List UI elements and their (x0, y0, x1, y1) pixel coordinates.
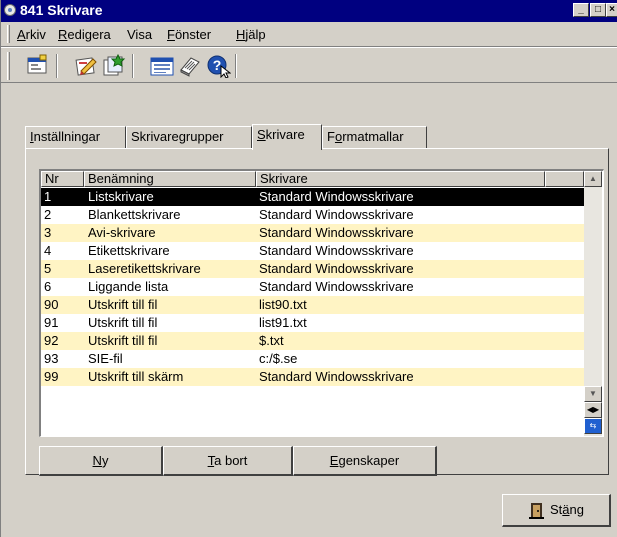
table-row[interactable]: 5 Laseretikettskrivare Standard Windowss… (41, 260, 586, 278)
menu-visa[interactable]: Visa (127, 27, 152, 42)
new-button[interactable]: Ny (39, 446, 163, 476)
edit-icon[interactable] (73, 54, 99, 78)
list-view-icon[interactable] (149, 54, 175, 78)
row-name: Utskrift till fil (88, 315, 158, 330)
row-name: Utskrift till fil (88, 297, 158, 312)
row-printer: list91.txt (259, 315, 307, 330)
row-name: SIE-fil (88, 351, 123, 366)
row-nr: 2 (44, 207, 52, 222)
minimize-button[interactable]: _ (573, 3, 589, 17)
column-resize-icon[interactable]: ⇆ (584, 418, 602, 434)
close-window-button[interactable]: × (606, 3, 617, 17)
row-name: Liggande lista (88, 279, 169, 294)
row-nr: 90 (44, 297, 59, 312)
tab-skrivaregrupper[interactable]: Skrivaregrupper (126, 126, 252, 148)
row-name: Laseretikettskrivare (88, 261, 201, 276)
column-header-benamning[interactable]: Benämning (84, 171, 256, 187)
properties-icon[interactable] (25, 54, 51, 78)
delete-button[interactable]: Ta bort (163, 446, 293, 476)
row-printer: Standard Windowsskrivare (259, 369, 414, 384)
scroll-up-arrow-icon[interactable]: ▲ (584, 171, 602, 187)
row-nr: 99 (44, 369, 59, 384)
table-row[interactable]: 4 Etikettskrivare Standard Windowsskriva… (41, 242, 586, 260)
door-icon (529, 502, 544, 519)
new-icon[interactable] (101, 53, 127, 78)
help-icon[interactable]: ? (205, 54, 232, 79)
printer-window: 841 Skrivare _ □ × Arkiv Redigera Visa F… (0, 0, 617, 537)
maximize-button[interactable]: □ (590, 3, 606, 17)
row-printer: Standard Windowsskrivare (259, 189, 414, 204)
menu-bar: Arkiv Redigera Visa Fönster Hjälp (1, 22, 617, 47)
toolbar-separator (132, 54, 134, 78)
table-row[interactable]: 93 SIE-fil c:/$.se (41, 350, 586, 368)
table-row[interactable]: 91 Utskrift till fil list91.txt (41, 314, 586, 332)
row-name: Utskrift till fil (88, 333, 158, 348)
row-name: Avi-skrivare (88, 225, 156, 240)
close-button[interactable]: Stäng (502, 494, 611, 527)
row-nr: 91 (44, 315, 59, 330)
title-bar[interactable]: 841 Skrivare _ □ × (1, 0, 617, 22)
row-printer: list90.txt (259, 297, 307, 312)
properties-button[interactable]: Egenskaper (293, 446, 437, 476)
row-nr: 4 (44, 243, 52, 258)
table-row[interactable]: 99 Utskrift till skärm Standard Windowss… (41, 368, 586, 386)
toolbar: ? (1, 47, 617, 83)
toolbar-grip[interactable] (7, 52, 10, 80)
menu-grip[interactable] (7, 25, 10, 43)
scroll-left-right-icon[interactable]: ◀▶ (584, 402, 602, 418)
svg-text:?: ? (213, 57, 222, 73)
row-nr: 6 (44, 279, 52, 294)
table-row[interactable]: 3 Avi-skrivare Standard Windowsskrivare (41, 224, 586, 242)
row-name: Listskrivare (88, 189, 154, 204)
window-title: 841 Skrivare (20, 2, 103, 18)
menu-arkiv[interactable]: Arkiv (17, 27, 46, 42)
row-name: Etikettskrivare (88, 243, 170, 258)
printer-list[interactable]: Nr Benämning Skrivare 1 Listskrivare Sta… (39, 169, 604, 437)
table-row[interactable]: 92 Utskrift till fil $.txt (41, 332, 586, 350)
row-printer: Standard Windowsskrivare (259, 225, 414, 240)
toolbar-separator (235, 54, 237, 78)
notepad-icon[interactable] (177, 54, 203, 78)
table-row[interactable]: 1 Listskrivare Standard Windowsskrivare (41, 188, 586, 206)
column-header-empty (545, 171, 584, 187)
row-nr: 1 (44, 189, 52, 204)
row-name: Blankettskrivare (88, 207, 181, 222)
column-header-skrivare[interactable]: Skrivare (256, 171, 545, 187)
toolbar-separator (56, 54, 58, 78)
row-printer: c:/$.se (259, 351, 298, 366)
menu-fonster[interactable]: Fönster (167, 27, 211, 42)
row-printer: Standard Windowsskrivare (259, 279, 414, 294)
table-row[interactable]: 2 Blankettskrivare Standard Windowsskriv… (41, 206, 586, 224)
menu-hjalp[interactable]: Hjälp (236, 27, 266, 42)
row-printer: Standard Windowsskrivare (259, 207, 414, 222)
column-header-nr[interactable]: Nr (41, 171, 84, 187)
scroll-down-arrow-icon[interactable]: ▼ (584, 386, 602, 402)
tab-formatmallar[interactable]: Formatmallar (322, 126, 427, 148)
menu-redigera[interactable]: Redigera (58, 27, 111, 42)
row-nr: 93 (44, 351, 59, 366)
tab-skrivare[interactable]: Skrivare (252, 124, 322, 150)
row-printer: $.txt (259, 333, 284, 348)
tab-installningar[interactable]: Inställningar (25, 126, 126, 148)
table-row[interactable]: 90 Utskrift till fil list90.txt (41, 296, 586, 314)
row-nr: 92 (44, 333, 59, 348)
row-name: Utskrift till skärm (88, 369, 184, 384)
app-icon[interactable] (4, 4, 16, 16)
row-printer: Standard Windowsskrivare (259, 261, 414, 276)
row-nr: 5 (44, 261, 52, 276)
row-nr: 3 (44, 225, 52, 240)
row-printer: Standard Windowsskrivare (259, 243, 414, 258)
vertical-scrollbar[interactable]: ▲ ▼ ◀▶ ⇆ (584, 171, 602, 436)
table-row[interactable]: 6 Liggande lista Standard Windowsskrivar… (41, 278, 586, 296)
